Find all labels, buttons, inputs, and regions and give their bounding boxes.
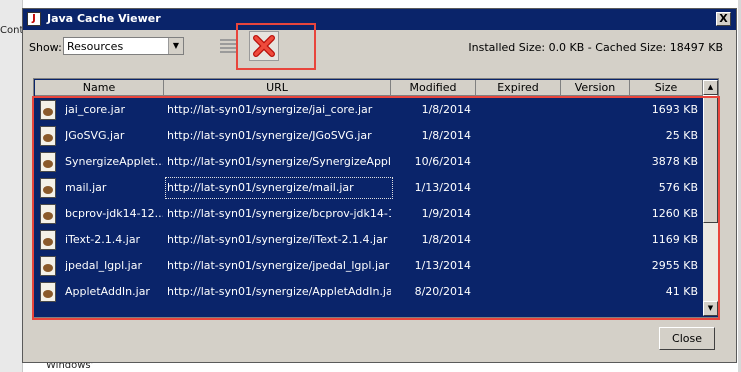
background-window: Cont Windows’ — [0, 0, 94, 372]
cell-url: http://lat-syn01/synergize/SynergizeAppl… — [167, 155, 391, 168]
cell-url: http://lat-syn01/synergize/mail.jar — [167, 181, 354, 194]
cell-modified: 1/13/2014 — [414, 181, 471, 194]
delete-button[interactable] — [249, 31, 279, 61]
background-text: Cont — [0, 25, 24, 36]
cell-name: jai_core.jar — [65, 103, 125, 116]
cell-modified: 1/8/2014 — [421, 233, 471, 246]
cell-name: jpedal_lgpl.jar — [65, 259, 142, 272]
jar-file-icon — [40, 256, 56, 276]
scrollbar-thumb[interactable] — [703, 95, 718, 223]
cell-url: http://lat-syn01/synergize/bcprov-jdk14-… — [167, 207, 391, 220]
table-row[interactable]: SynergizeApplet... http://lat-syn01/syne… — [35, 149, 703, 175]
table-row[interactable]: jai_core.jar http://lat-syn01/synergize/… — [35, 97, 703, 123]
close-button[interactable]: Close — [659, 327, 715, 350]
cell-modified: 1/13/2014 — [414, 259, 471, 272]
cell-url: http://lat-syn01/synergize/JGoSVG.jar — [167, 129, 372, 142]
table-row[interactable]: jpedal_lgpl.jar http://lat-syn01/synergi… — [35, 253, 703, 279]
table-row[interactable]: JGoSVG.jar http://lat-syn01/synergize/JG… — [35, 123, 703, 149]
show-dropdown[interactable]: Resources ▼ — [63, 37, 184, 55]
scroll-up-icon[interactable]: ▲ — [703, 80, 718, 95]
jar-file-icon — [40, 152, 56, 172]
column-header-modified[interactable]: Modified — [391, 80, 476, 96]
show-label: Show: — [29, 41, 62, 54]
jar-file-icon — [40, 126, 56, 146]
cell-modified: 1/9/2014 — [421, 207, 471, 220]
table-row[interactable]: mail.jar http://lat-syn01/synergize/mail… — [35, 175, 703, 201]
cell-size: 1169 KB — [651, 233, 698, 246]
jar-file-icon — [40, 282, 56, 302]
java-icon: J — [27, 12, 41, 26]
cache-size-summary: Installed Size: 0.0 KB - Cached Size: 18… — [468, 41, 723, 54]
cell-modified: 8/20/2014 — [414, 285, 471, 298]
cell-name: AppletAddIn.jar — [65, 285, 150, 298]
cell-url: http://lat-syn01/synergize/jpedal_lgpl.j… — [167, 259, 390, 272]
cell-name: SynergizeApplet... — [65, 155, 163, 168]
jar-file-icon — [40, 100, 56, 120]
cell-modified: 10/6/2014 — [414, 155, 471, 168]
jar-file-icon — [40, 204, 56, 224]
cell-size: 2955 KB — [651, 259, 698, 272]
cell-name: JGoSVG.jar — [65, 129, 125, 142]
column-header-url[interactable]: URL — [164, 80, 391, 96]
column-header-version[interactable]: Version — [561, 80, 630, 96]
table-row[interactable]: iText-2.1.4.jar http://lat-syn01/synergi… — [35, 227, 703, 253]
resources-table: Name URL Modified Expired Version Size j… — [33, 78, 719, 318]
table-row[interactable]: bcprov-jdk14-12... http://lat-syn01/syne… — [35, 201, 703, 227]
cell-modified: 1/8/2014 — [421, 129, 471, 142]
window-title: Java Cache Viewer — [47, 12, 161, 25]
list-view-icon[interactable] — [220, 37, 236, 55]
jar-file-icon — [40, 178, 56, 198]
cell-modified: 1/8/2014 — [421, 103, 471, 116]
cell-url: http://lat-syn01/synergize/AppletAddIn.j… — [167, 285, 391, 298]
jar-file-icon — [40, 230, 56, 250]
column-header-name[interactable]: Name — [35, 80, 164, 96]
cell-size: 576 KB — [658, 181, 698, 194]
cell-url: http://lat-syn01/synergize/jai_core.jar — [167, 103, 373, 116]
cell-size: 41 KB — [665, 285, 698, 298]
cell-url: http://lat-syn01/synergize/iText-2.1.4.j… — [167, 233, 388, 246]
chevron-down-icon[interactable]: ▼ — [168, 38, 183, 54]
cell-size: 25 KB — [665, 129, 698, 142]
window-close-button[interactable]: X — [716, 12, 731, 26]
cell-name: mail.jar — [65, 181, 107, 194]
column-header-size[interactable]: Size — [630, 80, 703, 96]
table-header: Name URL Modified Expired Version Size — [35, 80, 703, 96]
title-bar[interactable]: J Java Cache Viewer X — [23, 9, 736, 30]
cell-name: iText-2.1.4.jar — [65, 233, 141, 246]
cell-name: bcprov-jdk14-12... — [65, 207, 163, 220]
cell-size: 3878 KB — [651, 155, 698, 168]
cell-size: 1693 KB — [651, 103, 698, 116]
red-x-icon — [253, 35, 275, 57]
table-row[interactable]: AppletAddIn.jar http://lat-syn01/synergi… — [35, 279, 703, 305]
java-cache-viewer-dialog: J Java Cache Viewer X Show: Resources ▼ … — [22, 8, 737, 363]
show-dropdown-value: Resources — [67, 40, 124, 53]
cell-size: 1260 KB — [651, 207, 698, 220]
column-header-expired[interactable]: Expired — [476, 80, 561, 96]
scroll-down-icon[interactable]: ▼ — [703, 301, 718, 316]
vertical-scrollbar[interactable]: ▲ ▼ — [703, 80, 718, 316]
